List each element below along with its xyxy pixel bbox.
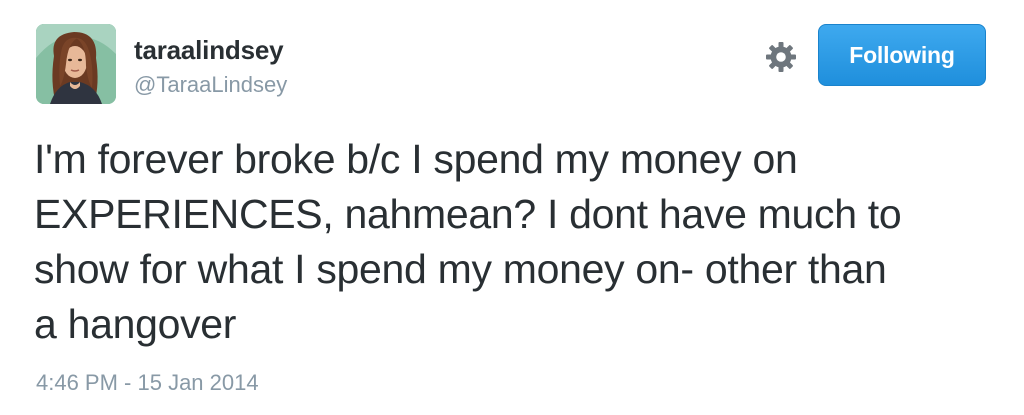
following-button[interactable]: Following	[818, 24, 986, 86]
tweet-text-line: show for what I spend my money on- other…	[34, 246, 887, 292]
tweet-text-line: a hangover	[34, 301, 237, 347]
gear-icon[interactable]	[764, 40, 798, 74]
display-name[interactable]: taraalindsey	[134, 34, 284, 66]
tweet-card: taraalindsey @TaraaLindsey Following I'm…	[0, 0, 1024, 415]
profile-photo-icon	[36, 24, 116, 104]
tweet-text-line: EXPERIENCES, nahmean? I dont have much t…	[34, 191, 902, 237]
tweet-text-line: I'm forever broke b/c I spend my money o…	[34, 136, 798, 182]
screen-name[interactable]: @TaraaLindsey	[134, 71, 287, 99]
timestamp[interactable]: 4:46 PM - 15 Jan 2014	[36, 369, 259, 397]
avatar[interactable]	[36, 24, 116, 104]
tweet-text: I'm forever broke b/c I spend my money o…	[34, 132, 994, 352]
